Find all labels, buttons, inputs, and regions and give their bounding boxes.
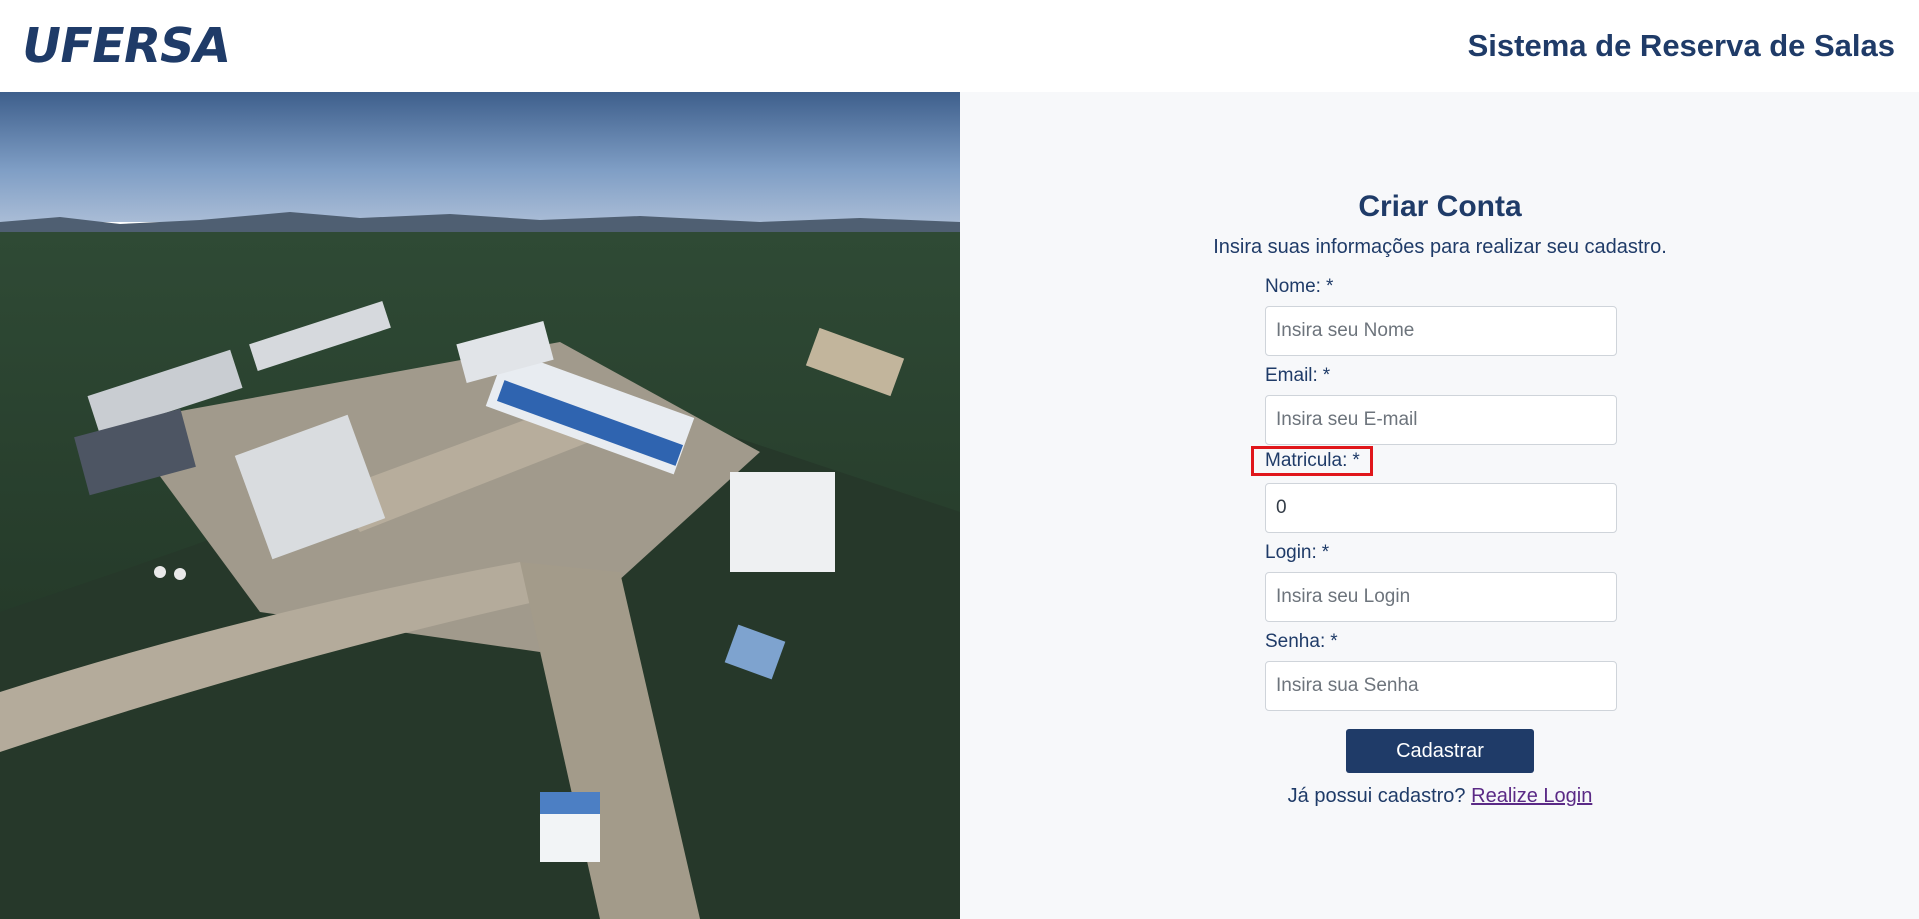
required-mark: * — [1330, 631, 1338, 652]
email-input[interactable] — [1265, 395, 1617, 445]
matricula-label: Matricula: * — [1251, 446, 1373, 476]
register-button[interactable]: Cadastrar — [1346, 729, 1534, 773]
login-prompt: Já possui cadastro? — [1287, 785, 1466, 807]
required-mark: * — [1325, 276, 1334, 297]
registration-panel: Criar Conta Insira suas informações para… — [960, 92, 1919, 919]
login-input[interactable] — [1265, 572, 1617, 622]
name-input[interactable] — [1265, 306, 1617, 356]
form-subtitle: Insira suas informações para realizar se… — [1213, 236, 1667, 258]
required-mark: * — [1352, 450, 1360, 471]
matricula-input[interactable] — [1265, 483, 1617, 533]
login-link[interactable]: Realize Login — [1471, 785, 1592, 807]
email-label: Email: * — [1265, 365, 1331, 386]
ufersa-logo: UFERSA — [17, 18, 235, 74]
app-title: Sistema de Reserva de Salas — [1467, 28, 1895, 63]
login-label: Login: * — [1265, 542, 1330, 563]
required-mark: * — [1322, 365, 1331, 386]
required-mark: * — [1321, 542, 1330, 563]
campus-photo — [0, 92, 960, 919]
name-label: Nome: * — [1265, 276, 1334, 297]
password-label: Senha: * — [1265, 631, 1338, 652]
login-hint: Já possui cadastro? Realize Login — [960, 785, 1919, 808]
app-header: UFERSA Sistema de Reserva de Salas — [0, 0, 1919, 92]
form-title: Criar Conta — [1358, 190, 1522, 223]
password-input[interactable] — [1265, 661, 1617, 711]
